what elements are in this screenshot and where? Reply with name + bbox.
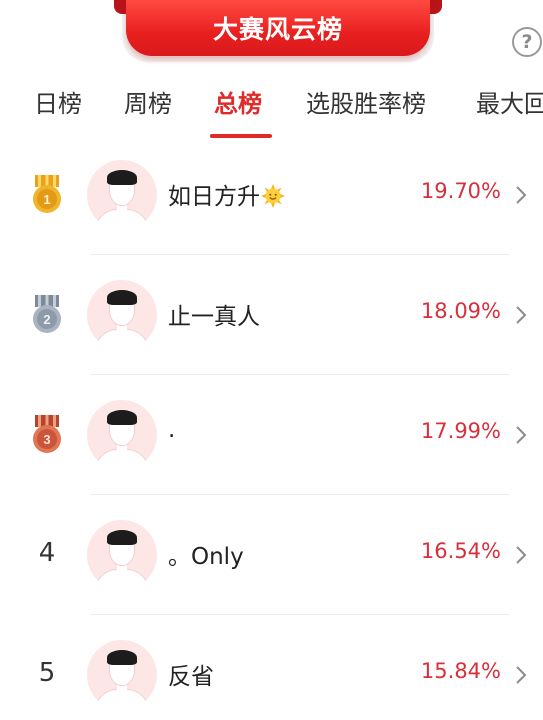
tab-win-rate[interactable]: 选股胜率榜	[306, 84, 426, 142]
return-rate: 18.09%	[420, 299, 501, 323]
avatar-hair	[107, 650, 137, 665]
rank-number: 4	[38, 538, 56, 568]
svg-text:3: 3	[43, 432, 50, 447]
player-name: 反省	[168, 664, 214, 690]
avatar-body	[95, 689, 149, 710]
avatar[interactable]	[87, 400, 157, 470]
avatar-hair	[107, 290, 137, 305]
player-name: 。Only	[168, 544, 244, 570]
return-rate: 19.70%	[420, 179, 501, 203]
gold-medal-icon: 1	[33, 175, 61, 213]
bronze-medal-icon: 3	[33, 415, 61, 453]
sun-face-icon	[261, 184, 285, 208]
leaderboard-banner: 大赛风云榜	[108, 0, 448, 64]
avatar[interactable]	[87, 280, 157, 350]
svg-text:1: 1	[43, 192, 50, 207]
return-rate: 16.54%	[420, 539, 501, 563]
ranking-row[interactable]: 2 止一真人 18.09%	[0, 255, 543, 375]
chevron-right-icon[interactable]	[514, 303, 528, 327]
avatar-body	[95, 449, 149, 470]
chevron-right-icon[interactable]	[514, 663, 528, 687]
ranking-row[interactable]: 4 。Only 16.54%	[0, 495, 543, 615]
avatar-hair	[107, 170, 137, 185]
avatar-body	[95, 329, 149, 350]
chevron-right-icon[interactable]	[514, 183, 528, 207]
avatar[interactable]	[87, 160, 157, 230]
tab-max-drawdown[interactable]: 最大回	[476, 84, 543, 142]
avatar[interactable]	[87, 520, 157, 590]
player-name: 止一真人	[168, 304, 260, 330]
return-rate: 17.99%	[420, 419, 501, 443]
return-rate: 15.84%	[420, 659, 501, 683]
ranking-row[interactable]: 1 如日方升 19.70%	[0, 135, 543, 255]
svg-text:2: 2	[43, 312, 50, 327]
help-icon[interactable]: ?	[512, 27, 542, 57]
avatar[interactable]	[87, 640, 157, 710]
avatar-hair	[107, 410, 137, 425]
tab-weekly[interactable]: 周榜	[124, 84, 172, 142]
avatar-body	[95, 209, 149, 230]
silver-medal-icon: 2	[33, 295, 61, 333]
tab-daily[interactable]: 日榜	[34, 84, 82, 142]
chevron-right-icon[interactable]	[514, 543, 528, 567]
player-name-text: 如日方升	[168, 184, 260, 210]
player-name: .	[168, 417, 176, 443]
banner-ribbon: 大赛风云榜	[126, 0, 430, 56]
avatar-body	[95, 569, 149, 590]
ranking-row[interactable]: 5 反省 15.84%	[0, 615, 543, 720]
page-title: 大赛风云榜	[212, 15, 343, 44]
avatar-hair	[107, 530, 137, 545]
rank-number: 5	[38, 658, 56, 688]
chevron-right-icon[interactable]	[514, 423, 528, 447]
ranking-row[interactable]: 3 . 17.99%	[0, 375, 543, 495]
tab-bar: 日榜 周榜 总榜 选股胜率榜 最大回	[0, 84, 543, 142]
player-name: 如日方升	[168, 177, 285, 211]
